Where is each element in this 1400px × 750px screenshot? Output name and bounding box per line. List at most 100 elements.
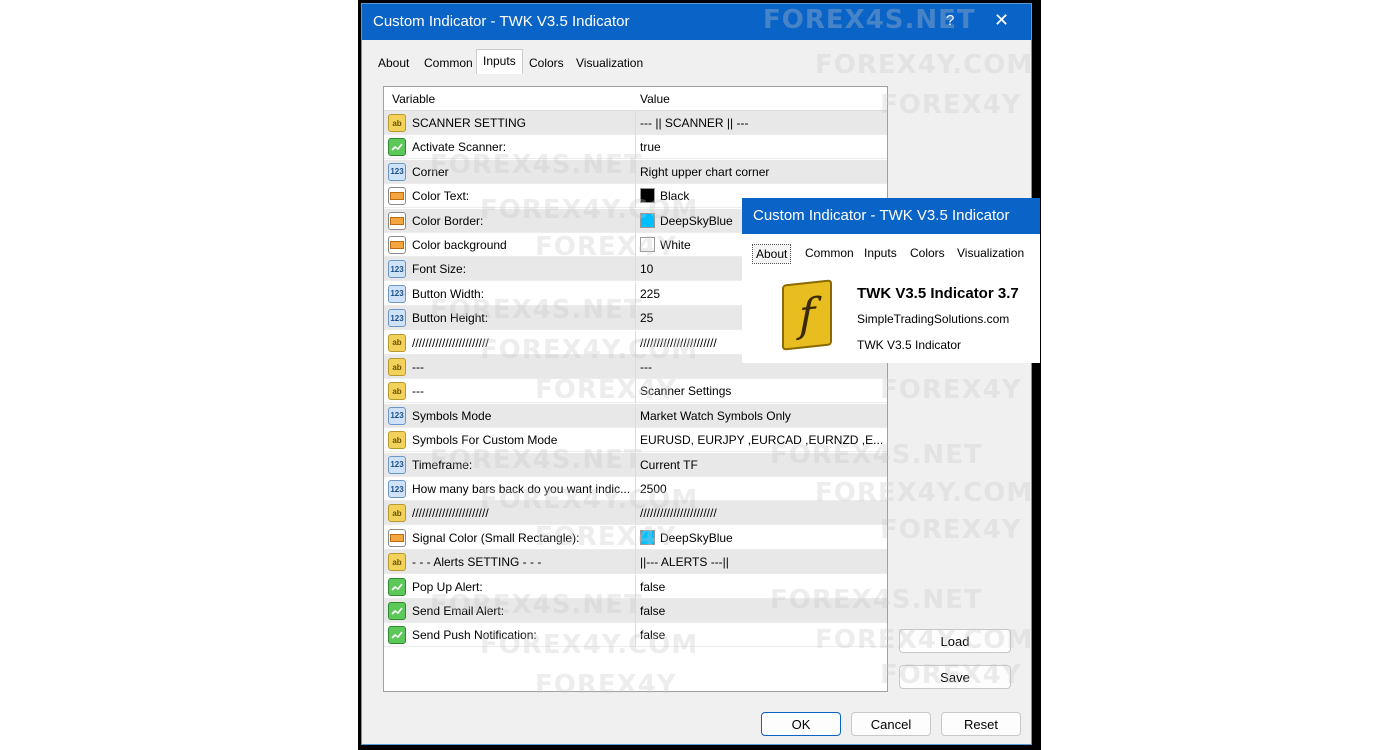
column-divider xyxy=(635,452,636,477)
number-type-icon: 123 xyxy=(388,260,406,279)
save-button[interactable]: Save xyxy=(899,665,1011,689)
reset-button[interactable]: Reset xyxy=(941,712,1021,736)
row-variable: Color Text: xyxy=(412,189,470,204)
table-row[interactable]: 123 Corner Right upper chart corner xyxy=(384,159,887,184)
table-row[interactable]: ab --- Scanner Settings xyxy=(384,379,887,404)
boolean-type-icon xyxy=(388,577,406,596)
table-row[interactable]: ab /////////////////////// ///////////////… xyxy=(384,501,887,526)
table-row[interactable]: ab - - - Alerts SETTING - - - ||--- ALERTS… xyxy=(384,550,887,575)
boolean-type-icon xyxy=(388,138,406,157)
help-button[interactable]: ? xyxy=(946,12,954,29)
table-row[interactable]: ab SCANNER SETTING --- || SCANNER || --- xyxy=(384,111,887,135)
about-tab-inputs[interactable]: Inputs xyxy=(861,244,900,262)
row-value[interactable]: /////////////////////// xyxy=(640,506,885,520)
column-divider xyxy=(635,599,636,623)
row-value[interactable]: DeepSkyBlue xyxy=(660,531,887,545)
column-divider xyxy=(635,525,636,550)
row-variable: Signal Color (Small Rectangle): xyxy=(412,530,580,545)
boolean-type-icon xyxy=(388,626,406,645)
column-divider xyxy=(635,184,636,209)
string-type-icon: ab xyxy=(388,333,406,352)
product-website: SimpleTradingSolutions.com xyxy=(857,312,1010,326)
color-swatch[interactable] xyxy=(640,237,655,252)
string-type-icon: ab xyxy=(388,114,406,132)
row-variable: /////////////////////// xyxy=(412,506,489,521)
string-type-icon: ab xyxy=(388,504,406,523)
number-type-icon: 123 xyxy=(388,480,406,498)
about-tab-colors[interactable]: Colors xyxy=(907,244,948,262)
row-variable: Timeframe: xyxy=(412,457,473,472)
row-value[interactable]: Market Watch Symbols Only xyxy=(640,409,885,423)
row-value[interactable]: false xyxy=(640,604,885,618)
boolean-type-icon xyxy=(388,602,406,620)
table-row[interactable]: 123 Symbols Mode Market Watch Symbols Only xyxy=(384,403,887,428)
number-type-icon: 123 xyxy=(388,406,406,425)
load-button[interactable]: Load xyxy=(899,629,1011,653)
table-row[interactable]: 123 Timeframe: Current TF xyxy=(384,452,887,477)
about-title-bar: Custom Indicator - TWK V3.5 Indicator xyxy=(742,198,1040,234)
number-type-icon: 123 xyxy=(388,162,406,181)
product-name: TWK V3.5 Indicator 3.7 xyxy=(857,285,1019,302)
about-title: Custom Indicator - TWK V3.5 Indicator xyxy=(753,207,1010,224)
column-divider xyxy=(635,306,636,331)
grid-header: Variable Value xyxy=(384,87,887,111)
row-value[interactable]: true xyxy=(640,140,885,154)
row-value[interactable]: EURUSD, EURJPY ,EURCAD ,EURNZD ,E... xyxy=(640,433,885,447)
table-row[interactable]: Signal Color (Small Rectangle): DeepSkyBl… xyxy=(384,525,887,550)
row-value[interactable]: false xyxy=(640,580,885,594)
row-value[interactable]: --- || SCANNER || --- xyxy=(640,116,885,130)
dialog-title: Custom Indicator - TWK V3.5 Indicator xyxy=(373,13,630,30)
tab-strip: About Common Inputs Colors Visualization xyxy=(362,48,1031,74)
ok-button[interactable]: OK xyxy=(761,712,841,736)
string-type-icon: ab xyxy=(388,431,406,450)
row-variable: - - - Alerts SETTING - - - xyxy=(412,555,542,570)
tab-colors[interactable]: Colors xyxy=(523,52,570,74)
row-variable: Corner xyxy=(412,164,449,179)
row-value[interactable]: ||--- ALERTS ---|| xyxy=(640,555,885,569)
row-value[interactable]: false xyxy=(640,628,885,642)
color-type-icon xyxy=(388,187,406,206)
row-variable: Font Size: xyxy=(412,262,467,277)
table-row[interactable]: Send Push Notification: false xyxy=(384,623,887,648)
column-divider xyxy=(635,233,636,257)
row-variable: --- xyxy=(412,384,424,399)
column-divider xyxy=(635,257,636,282)
color-swatch[interactable] xyxy=(640,188,655,204)
number-type-icon: 123 xyxy=(388,309,406,328)
color-swatch[interactable] xyxy=(640,212,655,228)
tab-visualization[interactable]: Visualization xyxy=(570,52,649,74)
column-divider xyxy=(635,330,636,355)
row-variable: Send Email Alert: xyxy=(412,604,505,618)
indicator-dialog: Custom Indicator - TWK V3.5 Indicator ? … xyxy=(361,3,1032,745)
column-divider xyxy=(635,477,636,501)
table-row[interactable]: Pop Up Alert: false xyxy=(384,574,887,599)
table-row[interactable]: 123 How many bars back do you want indic.… xyxy=(384,477,887,501)
column-divider xyxy=(635,135,636,160)
number-type-icon: 123 xyxy=(388,284,406,303)
about-tab-visualization[interactable]: Visualization xyxy=(954,244,1027,262)
cancel-button[interactable]: Cancel xyxy=(851,712,931,736)
table-row[interactable]: ab Symbols For Custom Mode EURUSD, EURJPY … xyxy=(384,428,887,453)
color-type-icon xyxy=(388,528,406,547)
table-row[interactable]: Send Email Alert: false xyxy=(384,599,887,623)
row-value[interactable]: Scanner Settings xyxy=(640,384,885,398)
row-value[interactable]: 2500 xyxy=(640,482,885,496)
tab-inputs[interactable]: Inputs xyxy=(476,49,523,74)
about-tab-common[interactable]: Common xyxy=(802,244,857,262)
number-type-icon: 123 xyxy=(388,455,406,474)
string-type-icon: ab xyxy=(388,382,406,401)
table-row[interactable]: Activate Scanner: true xyxy=(384,135,887,160)
column-divider xyxy=(635,379,636,404)
column-divider xyxy=(635,428,636,453)
row-value[interactable]: Right upper chart corner xyxy=(640,165,885,179)
color-swatch[interactable] xyxy=(640,529,655,545)
close-button[interactable]: ✕ xyxy=(994,10,1009,31)
row-value[interactable]: Current TF xyxy=(640,458,885,472)
column-divider xyxy=(635,281,636,306)
about-tab-about[interactable]: About xyxy=(752,244,792,264)
tab-about[interactable]: About xyxy=(372,52,415,74)
column-divider xyxy=(635,208,636,233)
column-divider xyxy=(635,355,636,379)
column-divider xyxy=(635,403,636,428)
tab-common[interactable]: Common xyxy=(418,52,479,74)
